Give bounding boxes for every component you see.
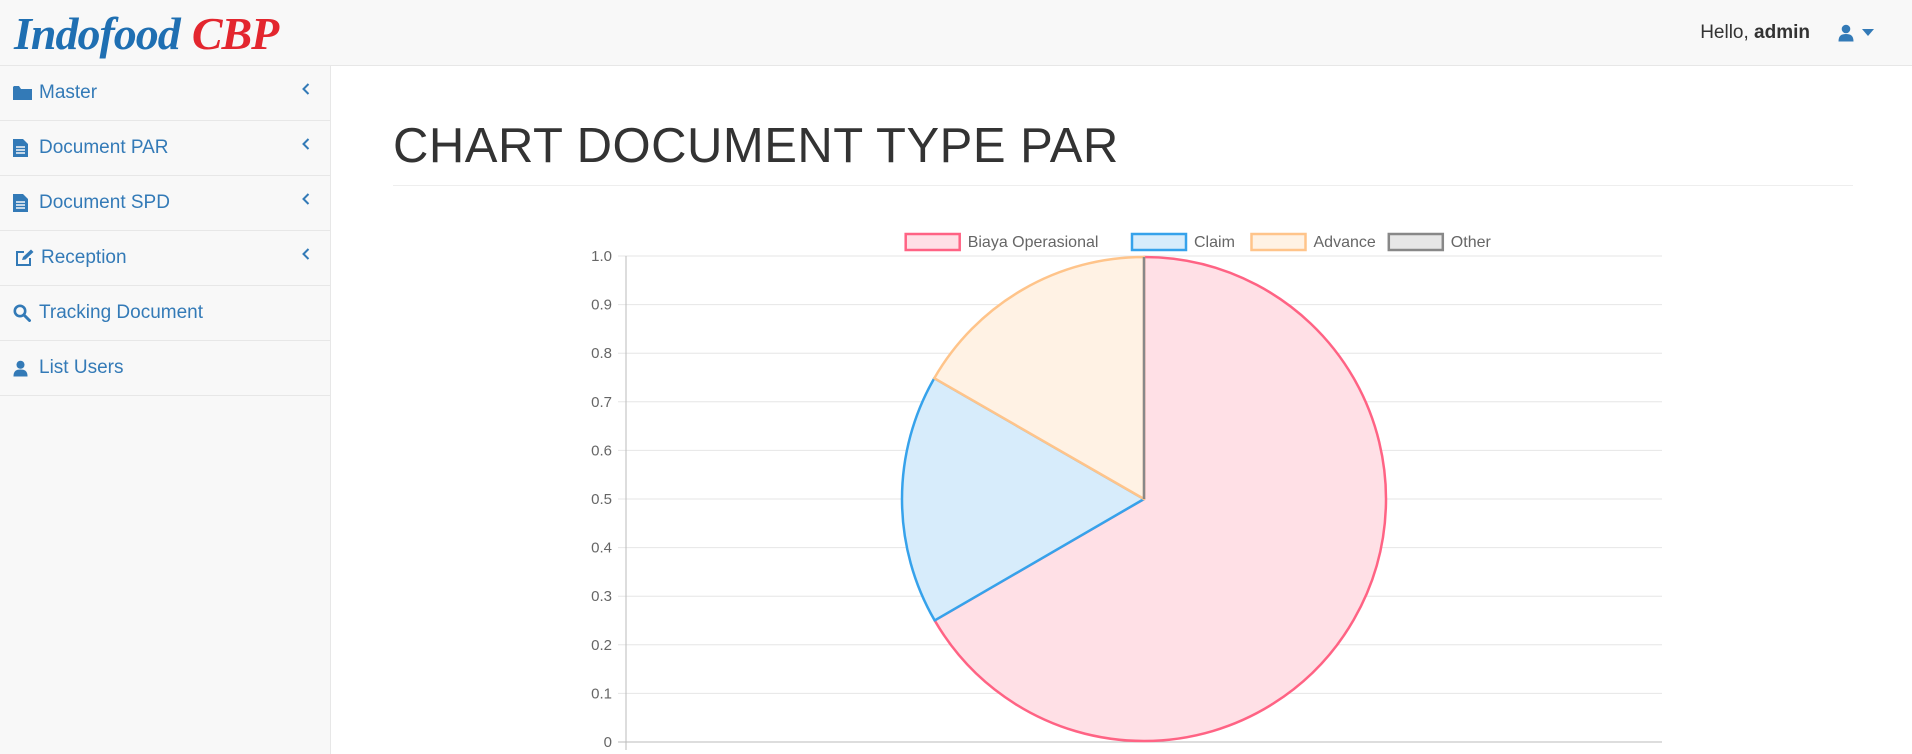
legend-label-advance[interactable]: Advance xyxy=(1314,234,1376,251)
y-tick-label: 0.2 xyxy=(591,637,612,654)
sidebar-item-master[interactable]: Master xyxy=(0,66,330,121)
sidebar-item-label: Tracking Document xyxy=(39,302,204,323)
search-icon xyxy=(13,304,35,322)
greeting-label: Hello, xyxy=(1700,22,1749,43)
sidebar-item-label: Reception xyxy=(41,247,127,268)
legend-label-biaya-operasional[interactable]: Biaya Operasional xyxy=(968,234,1099,251)
y-tick-label: 0 xyxy=(604,734,612,751)
sidebar-item-list-users[interactable]: List Users xyxy=(0,341,330,396)
chevron-left-icon xyxy=(302,82,310,100)
caret-down-icon xyxy=(1862,29,1874,37)
pie-chart: Biaya Operasional Claim Advance Other 1.0 0.… xyxy=(591,232,1662,751)
sidebar: Master Document PAR Document SPD Recepti… xyxy=(0,66,331,754)
y-tick-label: 0.4 xyxy=(591,540,612,557)
main-content: CHART DOCUMENT TYPE PAR Biaya Operasiona… xyxy=(332,66,1912,754)
y-tick-label: 0.1 xyxy=(591,685,612,702)
folder-icon xyxy=(13,85,35,101)
chevron-left-icon xyxy=(302,247,310,265)
username: admin xyxy=(1754,22,1810,43)
sidebar-item-label: List Users xyxy=(39,357,124,378)
user-area: Hello, admin xyxy=(1700,0,1912,66)
chart-legend: Biaya Operasional Claim Advance Other xyxy=(904,232,1492,252)
top-navbar: Indofood CBP Hello, admin xyxy=(0,0,1912,66)
legend-swatch-biaya-operasional[interactable] xyxy=(904,232,961,252)
file-text-icon xyxy=(13,139,35,157)
legend-swatch-claim[interactable] xyxy=(1130,232,1188,252)
brand-logo[interactable]: Indofood CBP xyxy=(14,8,279,59)
brand-name-part1: Indofood xyxy=(14,8,181,59)
chevron-left-icon xyxy=(302,137,310,155)
user-icon xyxy=(13,360,35,377)
y-tick-label: 0.8 xyxy=(591,345,612,362)
sidebar-item-document-spd[interactable]: Document SPD xyxy=(0,176,330,231)
y-tick-label: 0.5 xyxy=(591,491,612,508)
user-icon xyxy=(1838,24,1854,42)
sidebar-item-document-par[interactable]: Document PAR xyxy=(0,121,330,176)
y-tick-label: 0.7 xyxy=(591,394,612,411)
chevron-left-icon xyxy=(302,192,310,210)
y-tick-label: 0.9 xyxy=(591,297,612,314)
legend-swatch-advance[interactable] xyxy=(1250,232,1307,252)
greeting-text: Hello, admin xyxy=(1700,22,1810,44)
sidebar-item-label: Document SPD xyxy=(39,192,170,213)
user-menu-toggle[interactable] xyxy=(1838,24,1874,42)
legend-swatch-other[interactable] xyxy=(1387,232,1445,252)
chart-container: Biaya Operasional Claim Advance Other 1.0 0.… xyxy=(332,66,1912,754)
y-tick-label: 0.3 xyxy=(591,588,612,605)
edit-icon xyxy=(15,249,37,267)
file-text-icon xyxy=(13,194,35,212)
chart-pie xyxy=(900,255,1388,743)
legend-label-other[interactable]: Other xyxy=(1451,234,1492,251)
brand-name-part2: CBP xyxy=(191,8,279,59)
sidebar-item-label: Document PAR xyxy=(39,137,169,158)
y-tick-label: 1.0 xyxy=(591,248,612,265)
sidebar-item-tracking-document[interactable]: Tracking Document xyxy=(0,286,330,341)
sidebar-item-reception[interactable]: Reception xyxy=(0,231,330,286)
legend-label-claim[interactable]: Claim xyxy=(1194,234,1235,251)
y-tick-label: 0.6 xyxy=(591,442,612,459)
sidebar-item-label: Master xyxy=(39,82,98,103)
